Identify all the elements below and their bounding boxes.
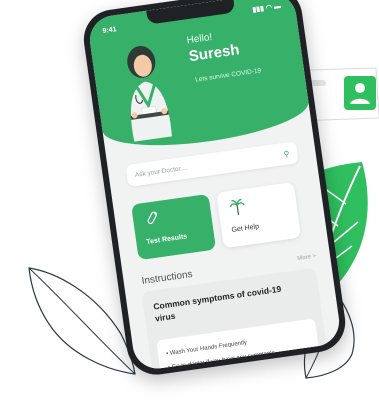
- header-banner: 9:41 ▮▮▮ ◠ ▬ Hello! Suresh Lets survive …: [86, 0, 312, 156]
- search-placeholder: Ask your Doctor....: [134, 164, 189, 179]
- wifi-icon: ◠: [265, 4, 273, 13]
- get-help-label: Get Help: [231, 223, 260, 234]
- battery-icon: ▬: [273, 2, 282, 11]
- test-results-button[interactable]: Test Results: [131, 193, 217, 261]
- bullet-text: Wash Your Hands Frequently: [169, 339, 248, 357]
- tagline-text: Lets survive COVID-19: [194, 67, 262, 84]
- signal-icon: ▮▮▮: [252, 5, 265, 14]
- greeting-text: Hello!: [186, 31, 213, 47]
- more-link[interactable]: More >: [297, 254, 316, 263]
- get-help-button[interactable]: Get Help: [216, 181, 302, 249]
- test-tube-icon: [147, 211, 157, 225]
- search-icon[interactable]: ⚲: [283, 149, 290, 159]
- phone-mockup: 9:41 ▮▮▮ ◠ ▬ Hello! Suresh Lets survive …: [46, 0, 350, 410]
- palm-tree-icon: [229, 198, 245, 215]
- search-input[interactable]: Ask your Doctor.... ⚲: [125, 141, 299, 187]
- instructions-heading: Instructions: [141, 268, 194, 287]
- instruction-card-title: Common symptoms of covid-19 virus: [152, 283, 282, 324]
- status-time: 9:41: [102, 25, 117, 35]
- test-results-label: Test Results: [145, 233, 188, 246]
- doctor-illustration: [127, 45, 172, 142]
